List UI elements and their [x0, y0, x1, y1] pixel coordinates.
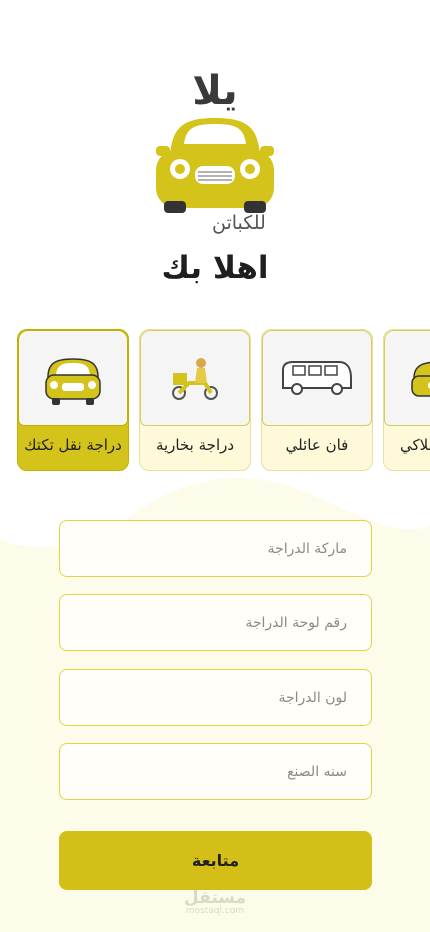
bike-color-input[interactable]	[60, 670, 371, 725]
bike-color-field[interactable]	[59, 669, 372, 726]
vehicle-label: فان عائلي	[285, 436, 349, 454]
watermark: مستقل mostaql.com	[0, 888, 430, 916]
logo-tagline: للكباتن	[212, 212, 266, 234]
motorbike-icon	[140, 330, 250, 426]
vehicle-type-list: دراجة نقل تكتك دراجة بخارية فان عائلي لا…	[0, 329, 430, 473]
plate-number-input[interactable]	[60, 595, 371, 650]
vehicle-card-tuktuk[interactable]: دراجة نقل تكتك	[17, 329, 129, 471]
app-logo: يلا	[150, 66, 280, 216]
vehicle-card-car[interactable]: ملاكي	[383, 329, 430, 471]
bike-brand-input[interactable]	[60, 521, 371, 576]
vehicle-label: ملاكي	[400, 436, 430, 454]
plate-number-field[interactable]	[59, 594, 372, 651]
manufacture-year-field[interactable]	[59, 743, 372, 800]
vehicle-card-motorbike[interactable]: دراجة بخارية	[139, 329, 251, 471]
vehicle-label: دراجة نقل تكتك	[24, 436, 122, 454]
manufacture-year-input[interactable]	[60, 744, 371, 799]
car-icon	[384, 330, 430, 426]
bike-brand-field[interactable]	[59, 520, 372, 577]
logo-word: يلا	[192, 68, 237, 114]
taxi-logo-icon: يلا	[156, 68, 274, 213]
welcome-title: اهلا بك	[161, 250, 269, 286]
vehicle-card-van[interactable]: فان عائلي	[261, 329, 373, 471]
watermark-sub: mostaql.com	[185, 906, 245, 916]
van-icon	[262, 330, 372, 426]
watermark-text: مستقل	[183, 888, 247, 908]
vehicle-label: دراجة بخارية	[155, 436, 235, 454]
tuktuk-icon	[18, 330, 128, 426]
continue-button[interactable]: متابعة	[59, 831, 372, 890]
